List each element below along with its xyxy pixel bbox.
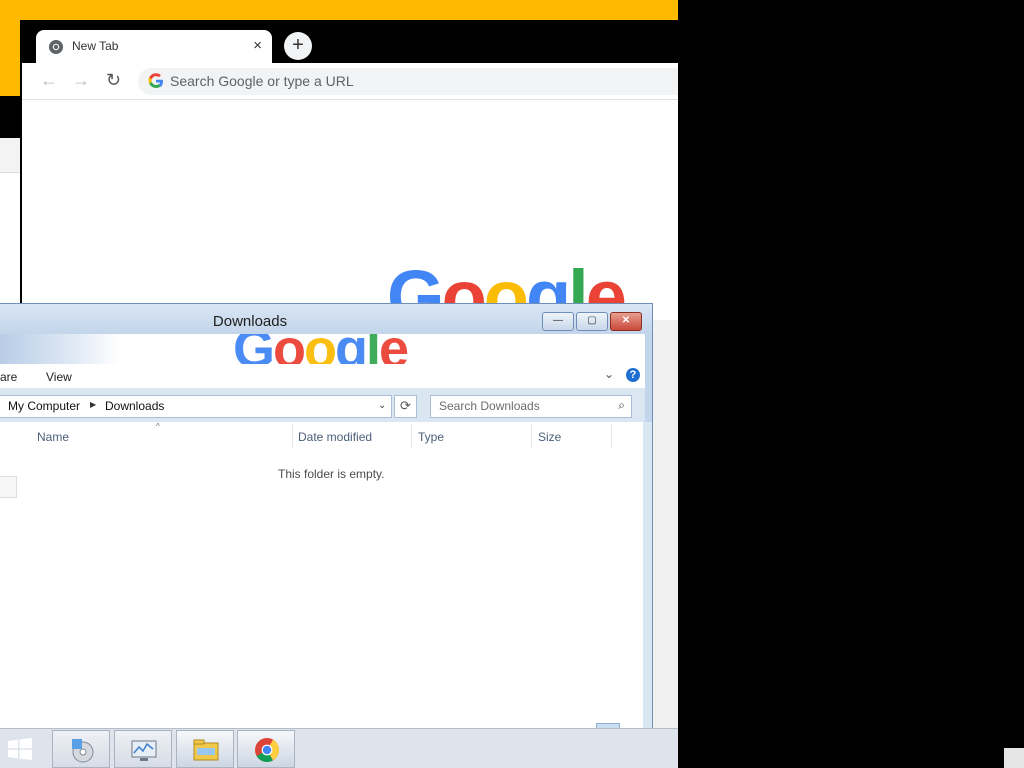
- logo-letter: o: [304, 334, 337, 364]
- performance-monitor-icon: [131, 740, 157, 761]
- google-g-icon: [148, 73, 163, 88]
- google-logo-overlap: Google: [233, 334, 409, 364]
- help-icon[interactable]: ?: [626, 368, 640, 382]
- chrome-favicon-icon: [49, 40, 63, 54]
- ribbon-area: Google: [0, 334, 645, 364]
- search-icon: ⌕: [618, 398, 625, 412]
- column-divider[interactable]: [611, 424, 612, 448]
- navigation-pane-item[interactable]: [0, 476, 17, 498]
- breadcrumb-my-computer[interactable]: My Computer: [8, 399, 80, 413]
- close-button[interactable]: ✕: [610, 312, 642, 331]
- minimize-button[interactable]: —: [542, 312, 574, 331]
- sort-indicator-icon: ^: [156, 422, 160, 431]
- tab-share[interactable]: are: [0, 370, 17, 384]
- chrome-window: New Tab × + ← → ↻ Search Google or type …: [20, 20, 678, 334]
- logo-letter: g: [335, 334, 368, 364]
- tab-new-tab[interactable]: New Tab ×: [36, 30, 272, 64]
- media-center-icon: [72, 739, 94, 763]
- empty-folder-message: This folder is empty.: [278, 467, 385, 481]
- start-button[interactable]: [8, 738, 32, 760]
- taskbar: [0, 728, 678, 768]
- logo-letter: G: [233, 334, 275, 364]
- search-box[interactable]: Search Downloads ⌕: [430, 395, 632, 418]
- taskbar-file-explorer[interactable]: [176, 730, 234, 768]
- search-placeholder: Search Downloads: [439, 399, 540, 413]
- maximize-button[interactable]: ▢: [576, 312, 608, 331]
- screen-corner-artifact: [1004, 748, 1024, 768]
- tab-view[interactable]: View: [46, 370, 72, 384]
- column-divider[interactable]: [292, 424, 293, 448]
- file-list: ^ Name Date modified Type Size This fold…: [0, 422, 643, 729]
- tab-strip: New Tab × +: [22, 20, 678, 64]
- taskbar-performance-monitor[interactable]: [114, 730, 172, 768]
- column-header-size[interactable]: Size: [538, 430, 561, 444]
- ribbon-tabs: are View ⌄ ?: [0, 364, 645, 388]
- logo-letter: o: [273, 334, 306, 364]
- column-header-type[interactable]: Type: [418, 430, 444, 444]
- close-tab-icon[interactable]: ×: [253, 37, 262, 54]
- background-window-row: [0, 138, 22, 173]
- breadcrumb-downloads[interactable]: Downloads: [105, 399, 164, 413]
- address-row: My Computer ▶ Downloads ⌄ ⟳ Search Downl…: [0, 388, 645, 422]
- window-title: Downloads: [212, 313, 288, 330]
- taskbar-chrome[interactable]: [237, 730, 295, 768]
- column-divider[interactable]: [531, 424, 532, 448]
- reload-button[interactable]: ↻: [106, 70, 121, 91]
- address-bar[interactable]: My Computer ▶ Downloads ⌄: [0, 395, 392, 418]
- taskbar-media-center[interactable]: [52, 730, 110, 768]
- file-explorer-icon: [193, 739, 219, 761]
- tab-title: New Tab: [72, 39, 119, 53]
- chrome-icon: [255, 738, 279, 763]
- window-border: [643, 422, 652, 729]
- logo-letter: e: [379, 334, 409, 364]
- desktop: New Tab × + ← → ↻ Search Google or type …: [0, 0, 678, 768]
- back-button[interactable]: ←: [40, 70, 58, 91]
- explorer-titlebar[interactable]: Downloads — ▢ ✕: [0, 304, 652, 334]
- refresh-button[interactable]: ⟳: [394, 395, 417, 418]
- chrome-toolbar: ← → ↻ Search Google or type a URL: [22, 63, 678, 100]
- omnibox-placeholder: Search Google or type a URL: [170, 73, 354, 89]
- omnibox[interactable]: Search Google or type a URL: [138, 68, 678, 95]
- column-header-name[interactable]: Name: [37, 430, 69, 444]
- column-header-date-modified[interactable]: Date modified: [298, 430, 372, 444]
- address-dropdown-icon[interactable]: ⌄: [378, 400, 386, 411]
- column-divider[interactable]: [411, 424, 412, 448]
- forward-button[interactable]: →: [72, 70, 90, 91]
- breadcrumb-separator-icon[interactable]: ▶: [90, 400, 96, 409]
- logo-letter: l: [366, 334, 381, 364]
- ribbon-artifact: [0, 334, 120, 364]
- new-tab-button[interactable]: +: [284, 32, 312, 60]
- chevron-down-icon[interactable]: ⌄: [604, 367, 614, 381]
- new-tab-page: Google: [22, 100, 678, 334]
- background-window: [0, 138, 22, 309]
- explorer-window: Downloads — ▢ ✕ Google are View ⌄ ? My C…: [0, 303, 653, 730]
